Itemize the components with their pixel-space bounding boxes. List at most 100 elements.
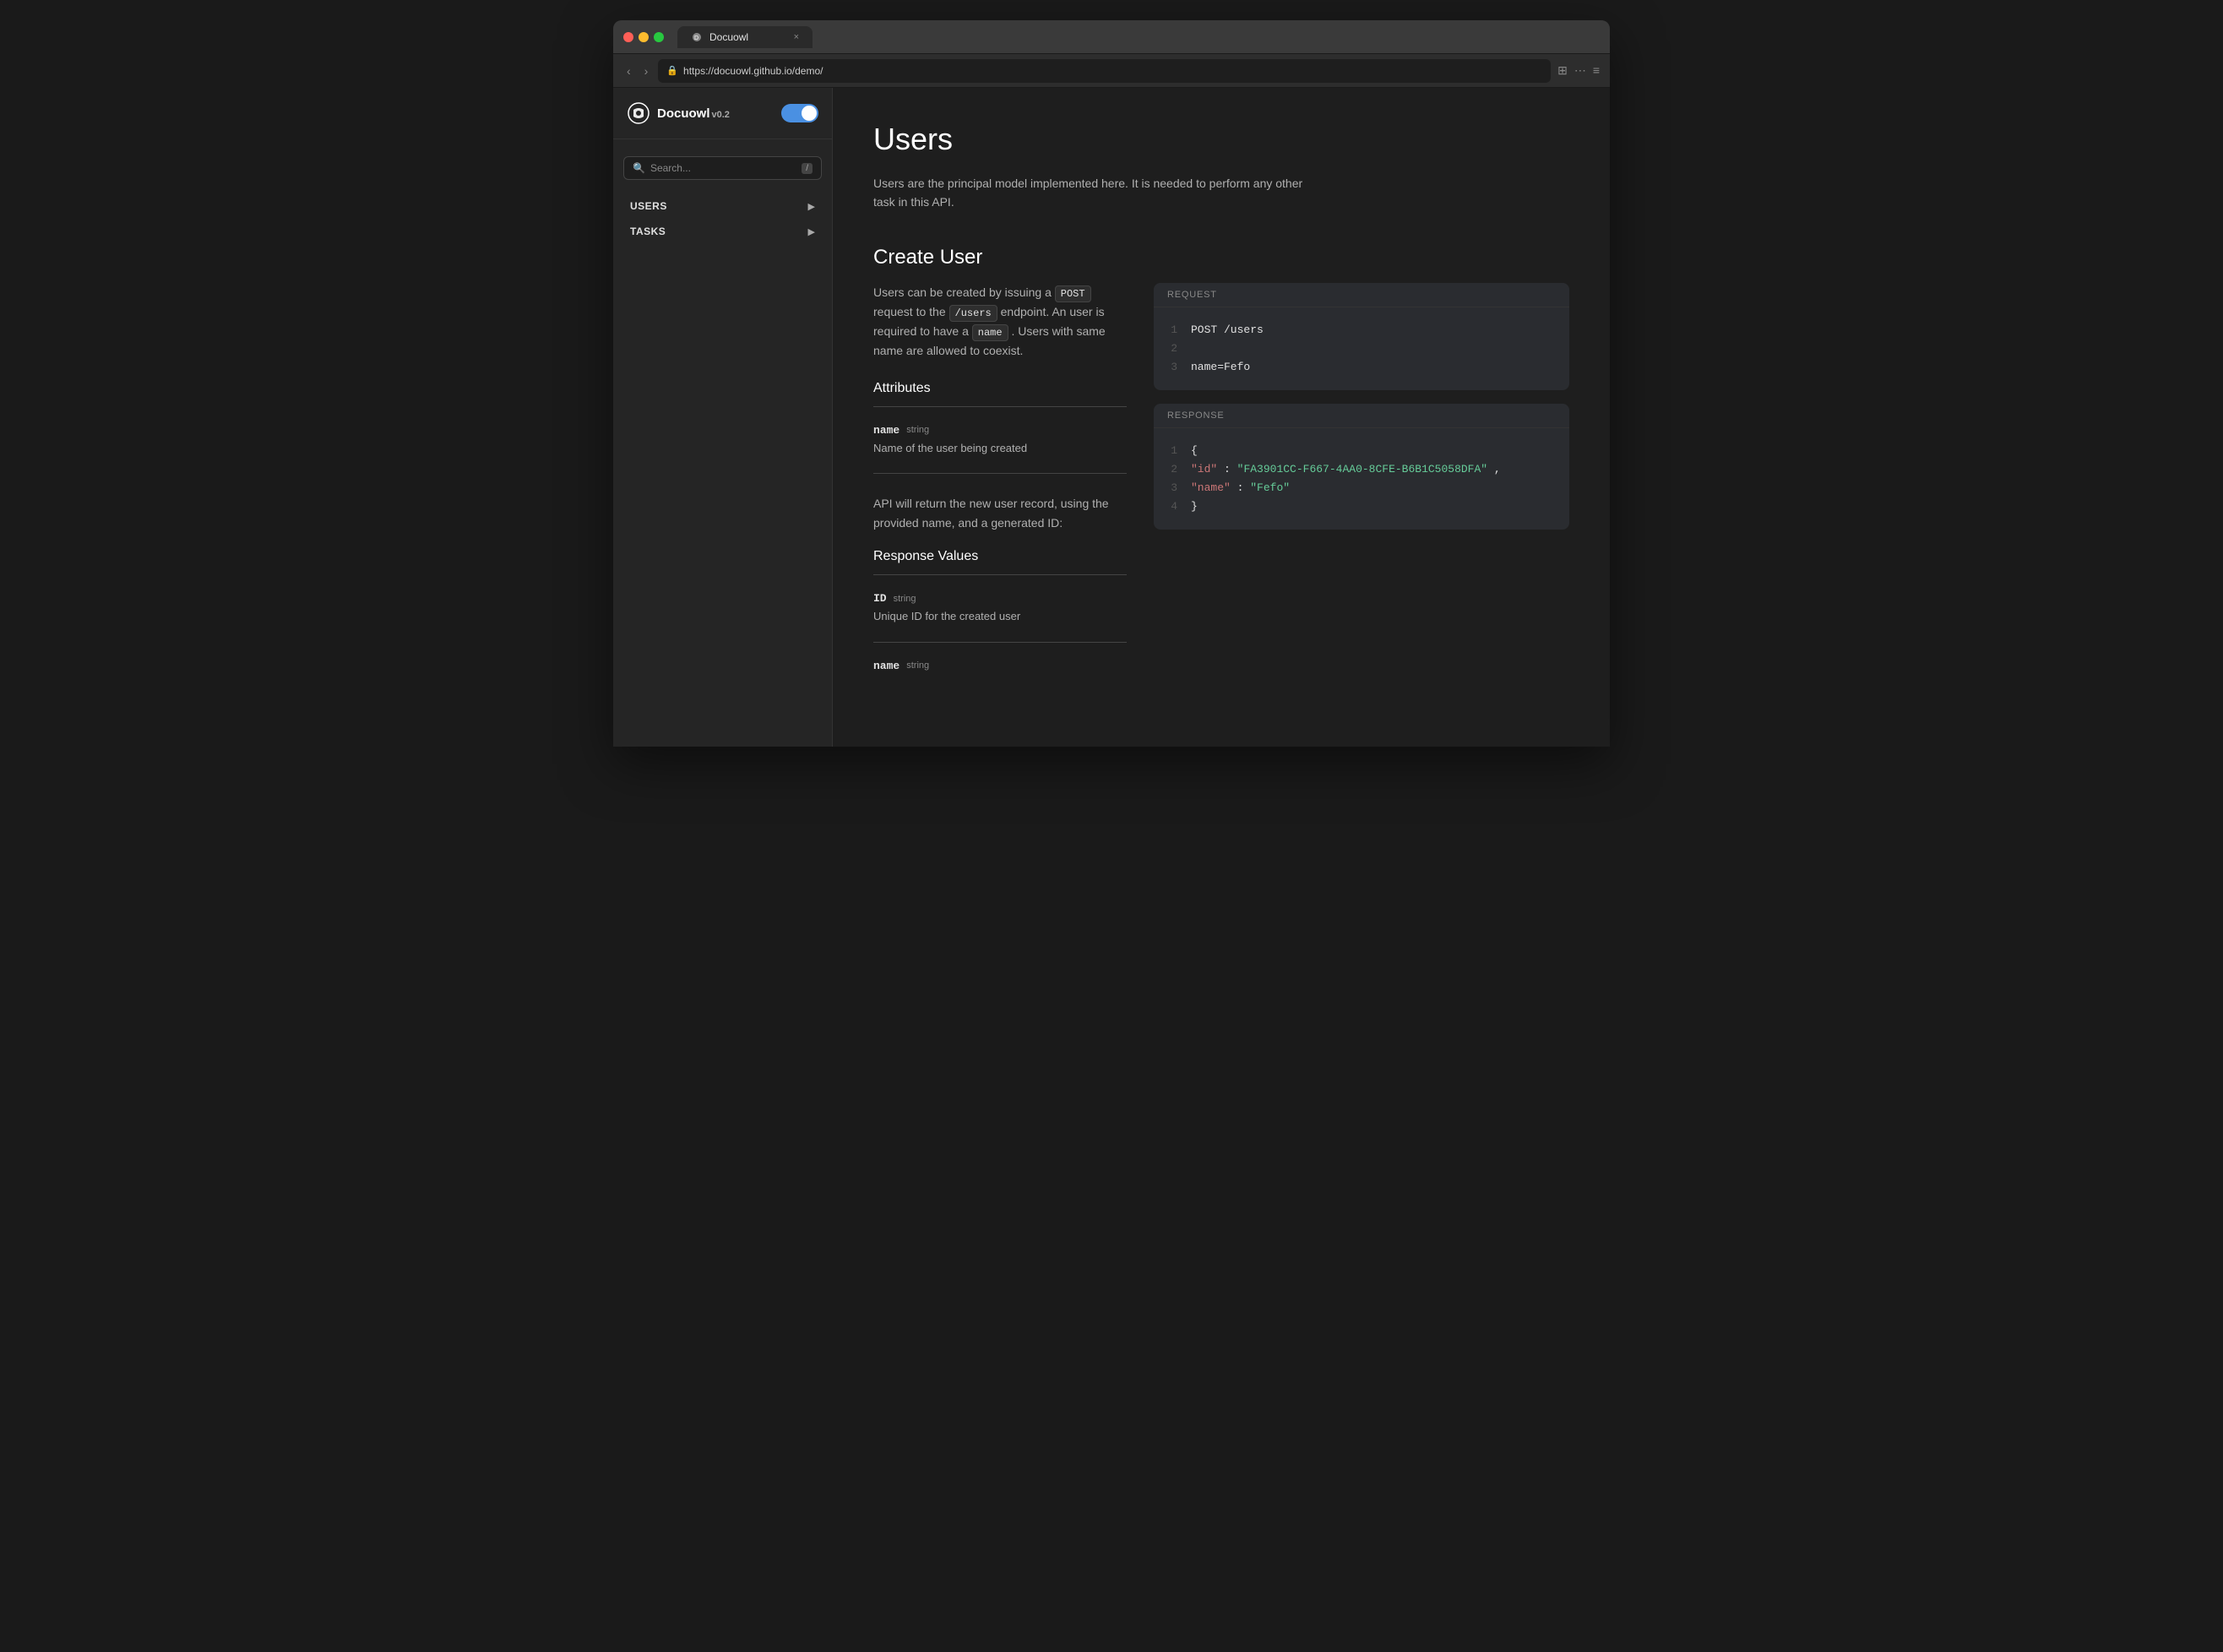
attr-id-label: ID — [873, 592, 887, 605]
response-linenum-4: 4 — [1167, 497, 1177, 516]
response-colon-1: : — [1224, 463, 1237, 475]
sidebar: Docuowlv0.2 🔍 Search... / USERS ▶ TASKS — [613, 88, 833, 747]
post-code: POST — [1055, 285, 1091, 302]
address-bar-row: ‹ › 🔒 https://docuowl.github.io/demo/ ⊞ … — [613, 54, 1610, 88]
create-user-right-col: REQUEST 1 POST /users 2 3 — [1154, 283, 1569, 684]
maximize-button-green[interactable] — [654, 32, 664, 42]
main-content: Users Users are the principal model impl… — [833, 88, 1610, 747]
request-text-3: name=Fefo — [1191, 358, 1250, 377]
response-value-name: "Fefo" — [1250, 481, 1290, 494]
response-colon-2: : — [1237, 481, 1251, 494]
brand-name: Docuowlv0.2 — [657, 106, 730, 121]
response-text-3: "name" : "Fefo" — [1191, 479, 1290, 497]
search-icon: 🔍 — [633, 162, 645, 174]
tab-favicon: D — [691, 31, 703, 43]
hamburger-icon[interactable]: ≡ — [1593, 63, 1600, 78]
response-value-id: "FA3901CC-F667-4AA0-8CFE-B6B1C5058DFA" — [1237, 463, 1487, 475]
response-key-name: "name" — [1191, 481, 1231, 494]
sidebar-item-tasks-label: TASKS — [630, 226, 666, 237]
back-button[interactable]: ‹ — [623, 61, 634, 81]
attr-name2-row: name string — [873, 651, 1127, 684]
create-user-two-col: Users can be created by issuing a POST r… — [873, 283, 1569, 684]
response-line-2: 2 "id" : "FA3901CC-F667-4AA0-8CFE-B6B1C5… — [1167, 460, 1556, 479]
page-title: Users — [873, 122, 1569, 157]
request-code-block: REQUEST 1 POST /users 2 3 — [1154, 283, 1569, 390]
forward-button[interactable]: › — [641, 61, 652, 81]
nav-section: USERS ▶ TASKS ▶ — [613, 187, 832, 251]
logo-area: Docuowlv0.2 — [613, 101, 832, 139]
response-key-id: "id" — [1191, 463, 1217, 475]
create-user-section-title: Create User — [873, 246, 1569, 269]
close-button-red[interactable] — [623, 32, 633, 42]
url-text: https://docuowl.github.io/demo/ — [683, 65, 823, 77]
attr-id-header-row: ID string — [873, 592, 1127, 605]
search-placeholder: Search... — [650, 162, 796, 174]
security-icons: 🔒 — [666, 65, 678, 76]
response-divider-top — [873, 574, 1127, 575]
tab-title: Docuowl — [709, 31, 748, 43]
response-text-2: "id" : "FA3901CC-F667-4AA0-8CFE-B6B1C505… — [1191, 460, 1501, 479]
response-comma-1: , — [1494, 463, 1501, 475]
response-linenum-1: 1 — [1167, 442, 1177, 460]
app-layout: Docuowlv0.2 🔍 Search... / USERS ▶ TASKS — [613, 88, 1610, 747]
attributes-title: Attributes — [873, 381, 1127, 396]
traffic-lights — [623, 32, 664, 42]
sidebar-item-tasks-arrow: ▶ — [808, 226, 815, 237]
response-values-title: Response Values — [873, 549, 1127, 564]
response-line-3: 3 "name" : "Fefo" — [1167, 479, 1556, 497]
attr-name-label: name — [873, 424, 900, 437]
request-linenum-2: 2 — [1167, 340, 1177, 358]
response-linenum-2: 2 — [1167, 460, 1177, 479]
request-text-2 — [1191, 340, 1198, 358]
request-line-2: 2 — [1167, 340, 1556, 358]
search-shortcut: / — [802, 163, 813, 174]
logo-brand: Docuowlv0.2 — [627, 101, 730, 125]
response-divider-mid — [873, 642, 1127, 643]
response-linenum-3: 3 — [1167, 479, 1177, 497]
sidebar-item-users[interactable]: USERS ▶ — [613, 193, 832, 219]
attr-name2-header-row: name string — [873, 660, 1127, 672]
sidebar-item-users-label: USERS — [630, 200, 667, 212]
attr-id-desc: Unique ID for the created user — [873, 608, 1127, 625]
response-line-1: 1 { — [1167, 442, 1556, 460]
page-description: Users are the principal model implemente… — [873, 174, 1313, 212]
sidebar-toggle-icon[interactable]: ⊞ — [1557, 63, 1568, 78]
response-values-section: Response Values ID string Unique ID for … — [873, 549, 1127, 684]
response-code-block: RESPONSE 1 { 2 "id" : — [1154, 404, 1569, 530]
users-endpoint-code: /users — [949, 305, 997, 322]
toggle-knob — [802, 106, 817, 121]
request-line-1: 1 POST /users — [1167, 321, 1556, 340]
extended-desc: API will return the new user record, usi… — [873, 494, 1127, 532]
create-user-left-col: Users can be created by issuing a POST r… — [873, 283, 1127, 684]
sidebar-item-users-arrow: ▶ — [808, 201, 815, 212]
logo-icon — [627, 101, 650, 125]
attr-name-header-row: name string — [873, 424, 1127, 437]
sidebar-item-tasks[interactable]: TASKS ▶ — [613, 219, 832, 244]
dark-mode-toggle[interactable] — [781, 104, 818, 122]
shield-icon: 🔒 — [666, 65, 678, 76]
attr-id-row: ID string Unique ID for the created user — [873, 584, 1127, 633]
request-linenum-1: 1 — [1167, 321, 1177, 340]
minimize-button-yellow[interactable] — [639, 32, 649, 42]
search-box[interactable]: 🔍 Search... / — [623, 156, 822, 180]
create-user-desc: Users can be created by issuing a POST r… — [873, 283, 1127, 361]
response-section: API will return the new user record, usi… — [873, 494, 1127, 683]
tab-close-icon[interactable]: × — [794, 32, 799, 42]
attr-name-desc: Name of the user being created — [873, 440, 1127, 457]
attr-name2-label: name — [873, 660, 900, 672]
attr-divider-top — [873, 406, 1127, 407]
browser-tab[interactable]: D Docuowl × — [677, 26, 813, 48]
response-text-4: } — [1191, 497, 1198, 516]
attr-name-row: name string Name of the user being creat… — [873, 416, 1127, 465]
attr-divider-bottom — [873, 473, 1127, 474]
response-line-4: 4 } — [1167, 497, 1556, 516]
response-text-1: { — [1191, 442, 1198, 460]
name-code: name — [972, 324, 1008, 341]
address-bar[interactable]: 🔒 https://docuowl.github.io/demo/ — [658, 59, 1551, 83]
more-icon[interactable]: ⋯ — [1574, 63, 1586, 78]
attributes-section: Attributes name string Name of the user … — [873, 381, 1127, 475]
attr-name2-type: string — [906, 660, 929, 671]
svg-text:D: D — [694, 35, 698, 41]
request-linenum-3: 3 — [1167, 358, 1177, 377]
response-header: RESPONSE — [1154, 404, 1569, 428]
